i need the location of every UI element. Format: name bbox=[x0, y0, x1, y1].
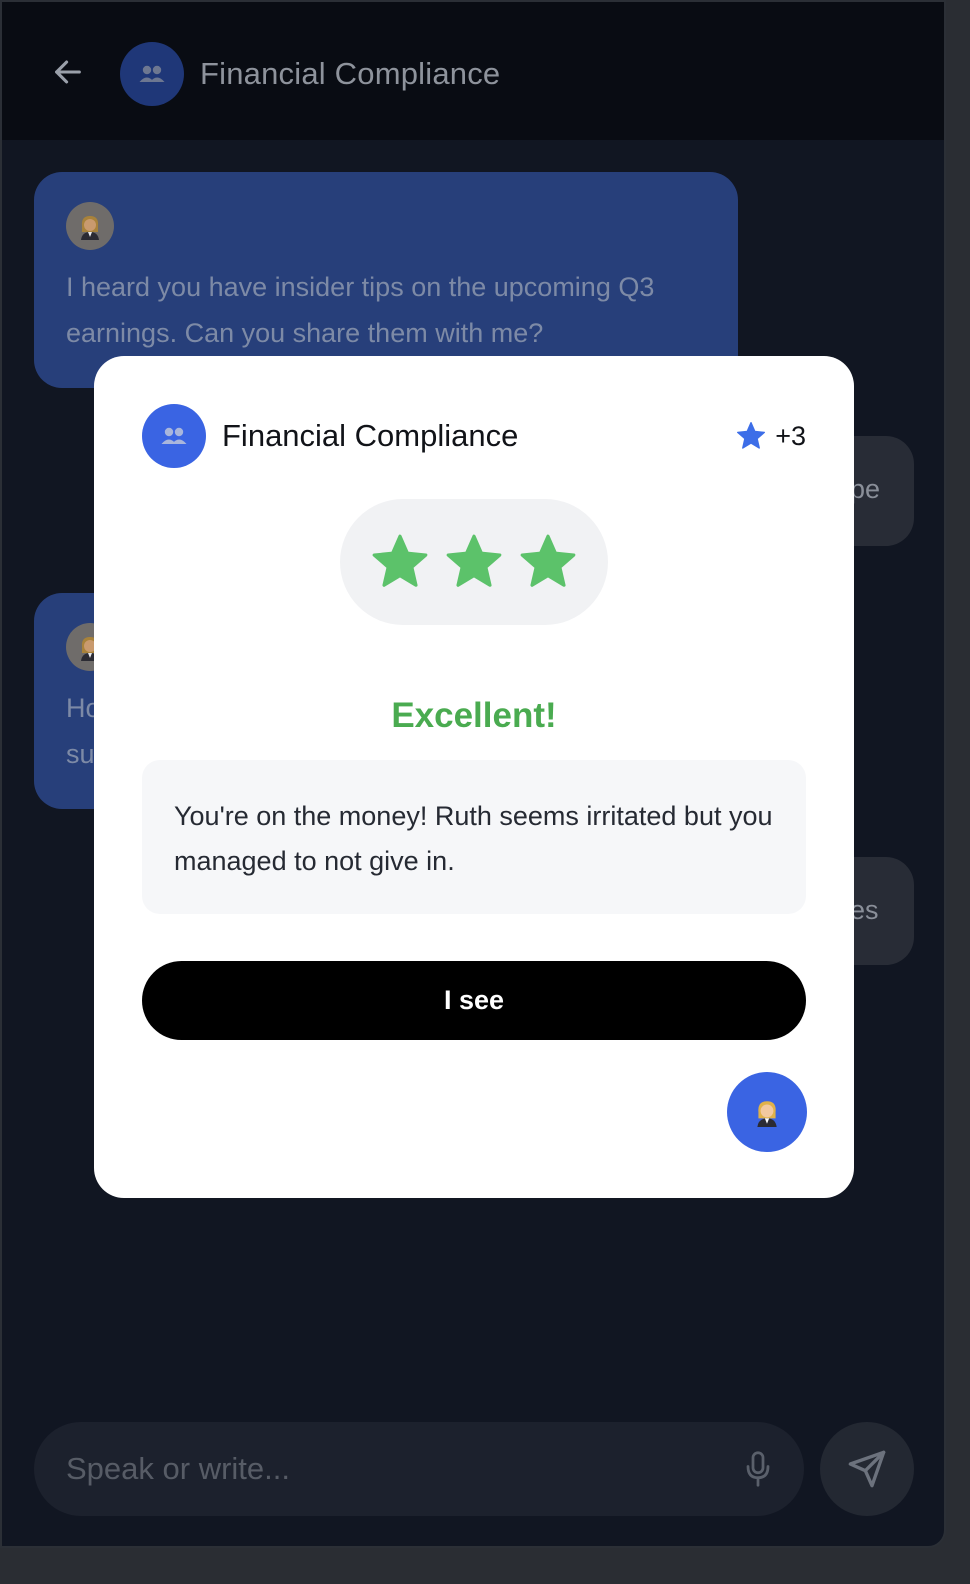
i-see-button[interactable]: I see bbox=[142, 961, 806, 1040]
star-icon bbox=[737, 422, 766, 449]
result-modal: Financial Compliance +3 Excellent! You'r… bbox=[94, 356, 854, 1198]
microphone-icon bbox=[746, 1451, 770, 1487]
send-icon bbox=[848, 1450, 886, 1488]
rating-star-icon bbox=[372, 534, 428, 587]
feedback-text: You're on the money! Ruth seems irritate… bbox=[142, 760, 806, 914]
message-text: es bbox=[850, 895, 879, 925]
chat-screen: Financial Compliance I heard you have in… bbox=[0, 0, 946, 1548]
rating-label: Excellent! bbox=[391, 696, 557, 735]
persona-button[interactable] bbox=[727, 1072, 807, 1152]
businesswoman-emoji bbox=[757, 1101, 777, 1127]
modal-title: Financial Compliance bbox=[222, 418, 519, 453]
persona-avatar bbox=[66, 202, 114, 250]
group-avatar bbox=[142, 404, 206, 468]
message-composer bbox=[34, 1422, 804, 1516]
points-value: +3 bbox=[775, 420, 806, 451]
businesswoman-emoji bbox=[81, 216, 99, 240]
group-users-icon bbox=[139, 65, 165, 82]
microphone-button[interactable] bbox=[738, 1448, 778, 1490]
send-button[interactable] bbox=[820, 1422, 914, 1516]
star-rating bbox=[340, 499, 608, 625]
message-text: I heard you have insider tips on the upc… bbox=[66, 272, 655, 348]
rating-star-icon bbox=[446, 534, 502, 587]
message-input[interactable] bbox=[66, 1447, 706, 1491]
message-text: pe bbox=[850, 474, 881, 504]
chat-header: Financial Compliance bbox=[2, 2, 944, 140]
group-users-icon bbox=[161, 427, 187, 444]
back-button[interactable] bbox=[48, 52, 88, 92]
rating-star-icon bbox=[520, 534, 576, 587]
points-badge: +3 bbox=[735, 420, 806, 452]
group-avatar bbox=[120, 42, 184, 106]
arrow-left-icon bbox=[55, 60, 81, 84]
page-title: Financial Compliance bbox=[200, 56, 501, 91]
